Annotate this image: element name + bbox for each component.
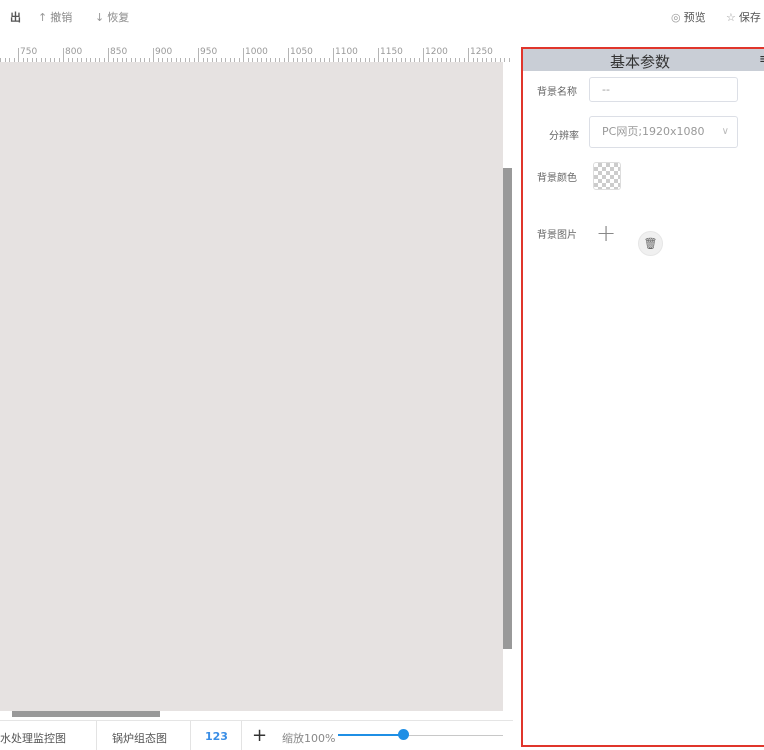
plus-icon[interactable]: +: [596, 219, 616, 247]
ruler-label: 950: [200, 47, 218, 57]
save-label: 保存: [738, 11, 761, 24]
add-tab-button[interactable]: +: [252, 725, 267, 746]
undo-button[interactable]: ↑ 撤销: [38, 9, 72, 25]
horizontal-ruler: 7508008509009501000105011001150120012501…: [0, 46, 513, 63]
ruler-tick: [333, 48, 334, 62]
arrow-up-icon: ↑: [38, 11, 48, 24]
trash-icon[interactable]: 🗑: [638, 231, 663, 256]
ruler-label: 1200: [425, 47, 448, 57]
ruler-tick: [18, 48, 19, 62]
preview-button[interactable]: ◎ 预览: [671, 9, 706, 25]
ruler-label: 800: [65, 47, 83, 57]
vertical-scrollbar-thumb[interactable]: [503, 168, 512, 649]
ruler-tick: [153, 48, 154, 62]
resolution-select[interactable]: PC网页;1920x1080 ∨: [589, 116, 738, 148]
ruler-label: 1150: [380, 47, 403, 57]
tab-123[interactable]: 123: [205, 730, 228, 743]
tab-divider: [241, 721, 242, 750]
ruler-label: 900: [155, 47, 173, 57]
background-image-label: 背景图片: [537, 230, 577, 241]
resolution-value: PC网页;1920x1080: [602, 125, 705, 138]
editor-canvas[interactable]: [0, 62, 503, 711]
ruler-tick: [423, 48, 424, 62]
toolbar-left-label: 出: [10, 11, 21, 24]
background-color-picker[interactable]: [593, 162, 621, 190]
ruler-tick: [288, 48, 289, 62]
resolution-label: 分辨率: [549, 131, 579, 142]
ruler-tick: [108, 48, 109, 62]
background-color-label: 背景颜色: [537, 173, 577, 184]
chevron-down-icon: ∨: [721, 126, 729, 137]
save-button[interactable]: ☆ 保存: [726, 9, 761, 25]
tab-water-treatment[interactable]: 水处理监控图: [0, 730, 66, 746]
menu-icon[interactable]: ≡: [759, 52, 764, 67]
tab-divider: [96, 721, 97, 750]
ruler-label: 1250: [470, 47, 493, 57]
ruler-label: 1050: [290, 47, 313, 57]
redo-button[interactable]: ↓ 恢复: [95, 9, 129, 25]
zoom-slider-fill: [338, 734, 403, 736]
ruler-label: 1000: [245, 47, 268, 57]
redo-label: 恢复: [107, 11, 130, 24]
undo-label: 撤销: [50, 11, 73, 24]
horizontal-scrollbar-thumb[interactable]: [12, 711, 160, 717]
eye-icon: ◎: [671, 11, 681, 24]
panel-title: 基本参数: [610, 53, 671, 71]
arrow-down-icon: ↓: [95, 11, 105, 24]
zoom-slider-handle[interactable]: [398, 729, 409, 740]
ruler-label: 850: [110, 47, 128, 57]
zoom-label: 缩放100%: [282, 732, 336, 745]
ruler-tick: [243, 48, 244, 62]
ruler-tick: [63, 48, 64, 62]
background-name-input[interactable]: --: [589, 77, 738, 102]
ruler-tick: [468, 48, 469, 62]
ruler-label: 750: [20, 47, 38, 57]
background-name-label: 背景名称: [537, 87, 577, 98]
ruler-tick: [378, 48, 379, 62]
ruler-label: 1100: [335, 47, 358, 57]
preview-label: 预览: [683, 11, 706, 24]
properties-panel: 基本参数 ≡ 背景名称 -- 分辨率 PC网页;1920x1080 ∨ 背景颜色…: [521, 47, 764, 747]
ruler-tick: [198, 48, 199, 62]
star-icon: ☆: [726, 11, 736, 24]
panel-header: 基本参数 ≡: [523, 49, 764, 71]
tab-boiler[interactable]: 锅炉组态图: [112, 730, 167, 746]
tab-divider: [190, 721, 191, 750]
top-toolbar: 出 ↑ 撤销 ↓ 恢复 ◎ 预览 ☆ 保存: [0, 0, 764, 34]
